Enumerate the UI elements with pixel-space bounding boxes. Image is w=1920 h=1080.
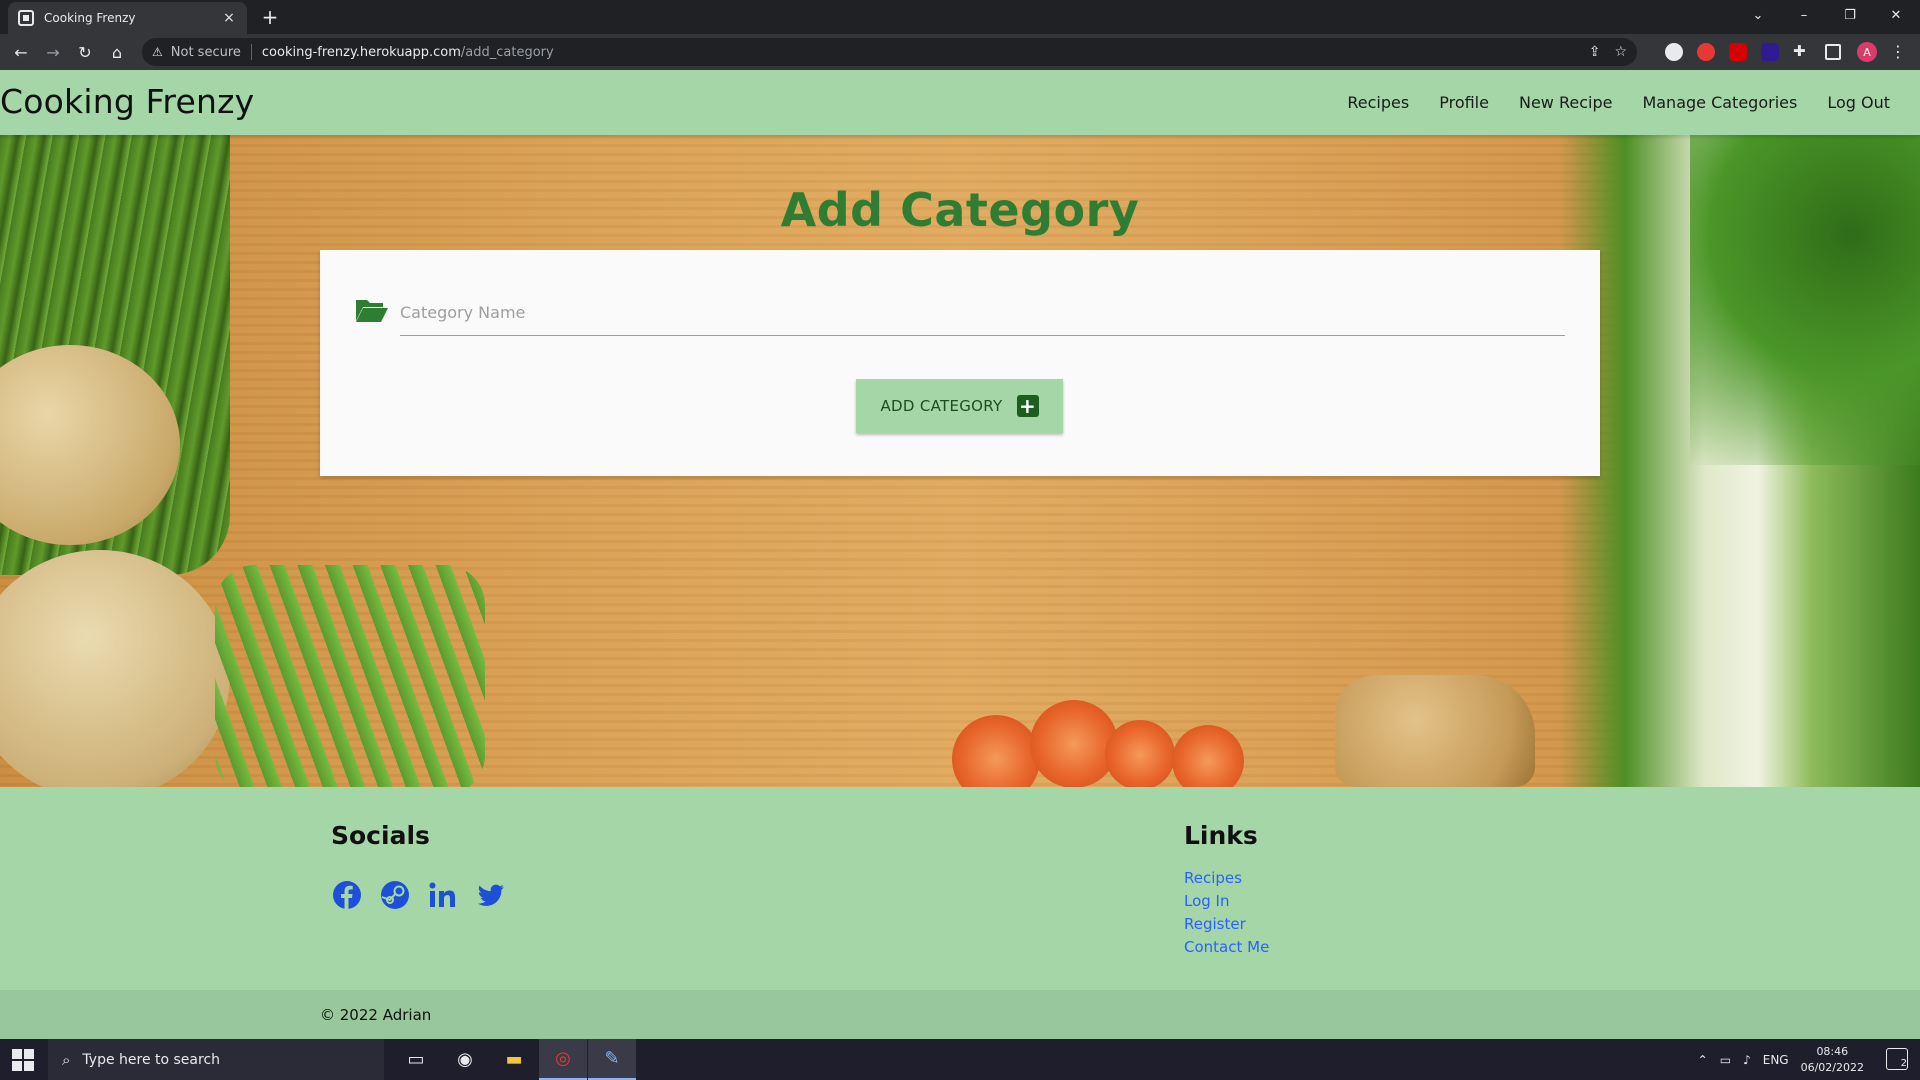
nav-new-recipe-link[interactable]: New Recipe — [1504, 93, 1627, 112]
file-explorer-icon[interactable]: ▬ — [490, 1039, 538, 1080]
category-name-field — [355, 290, 1565, 340]
copyright-bar: © 2022 Adrian — [0, 990, 1920, 1039]
extension-2-icon[interactable] — [1697, 43, 1715, 61]
new-tab-button[interactable]: + — [258, 5, 282, 29]
system-tray: ⌃ ▭ ♪ ENG 08:46 06/02/2022 — [1698, 1039, 1864, 1080]
nav-profile-link[interactable]: Profile — [1424, 93, 1504, 112]
linkedin-icon[interactable] — [427, 879, 459, 911]
volume-icon[interactable]: ♪ — [1743, 1053, 1751, 1067]
add-category-form: ADD CATEGORY + — [320, 250, 1600, 476]
tab-search-icon[interactable]: ⌄ — [1735, 0, 1781, 30]
extension-1-icon[interactable] — [1665, 43, 1683, 61]
extensions-puzzle-icon[interactable]: ✚ — [1793, 42, 1806, 60]
close-window-button[interactable]: ✕ — [1873, 0, 1919, 30]
browser-menu-icon[interactable]: ⋮ — [1890, 42, 1906, 61]
tab-close-icon[interactable]: × — [221, 10, 237, 26]
forward-icon[interactable]: → — [41, 40, 65, 64]
language-indicator[interactable]: ENG — [1763, 1053, 1789, 1067]
paint-app-icon[interactable]: ✎ — [588, 1039, 636, 1080]
footer-link-contact[interactable]: Contact Me — [1184, 936, 1269, 959]
task-view-icon[interactable]: ▭ — [392, 1039, 440, 1080]
back-icon[interactable]: ← — [9, 40, 33, 64]
page-title: Add Category — [780, 183, 1140, 237]
address-bar[interactable]: ⚠ Not secure cooking-frenzy.herokuapp.co… — [142, 38, 1637, 66]
search-icon: ⌕ — [62, 1050, 71, 1069]
bookmark-star-icon[interactable]: ☆ — [1614, 44, 1627, 60]
notifications-icon[interactable]: 2 — [1886, 1048, 1908, 1070]
nav-recipes-link[interactable]: Recipes — [1332, 93, 1424, 112]
browser-tab[interactable]: Cooking Frenzy × — [8, 2, 247, 34]
copyright-text: © 2022 Adrian — [320, 1006, 432, 1024]
links-heading: Links — [1184, 821, 1258, 850]
add-category-button[interactable]: ADD CATEGORY + — [856, 379, 1063, 433]
tab-title: Cooking Frenzy — [44, 11, 136, 25]
social-icons — [331, 879, 507, 911]
restore-button[interactable]: ❐ — [1827, 0, 1873, 30]
carrot-slice-image — [1030, 700, 1118, 788]
site-brand[interactable]: Cooking Frenzy — [0, 82, 254, 121]
notification-count: 2 — [1900, 1058, 1907, 1069]
browser-toolbar: ← → ↻ ⌂ ⚠ Not secure cooking-frenzy.hero… — [0, 34, 1920, 70]
site-navbar: Cooking Frenzy Recipes Profile New Recip… — [0, 70, 1920, 135]
extension-4-icon[interactable] — [1761, 43, 1779, 61]
chrome-app-icon[interactable]: ◎ — [539, 1039, 587, 1080]
twitter-icon[interactable] — [475, 879, 507, 911]
extension-3-icon[interactable] — [1729, 43, 1747, 61]
nav-links: Recipes Profile New Recipe Manage Catego… — [1332, 70, 1905, 135]
socials-heading: Socials — [331, 821, 430, 850]
taskbar-search[interactable]: ⌕ Type here to search — [48, 1039, 384, 1080]
share-icon[interactable]: ⇪ — [1589, 44, 1601, 60]
chopped-beans-image — [215, 565, 485, 795]
windows-start-icon[interactable] — [12, 1049, 34, 1071]
network-icon[interactable]: ▭ — [1720, 1053, 1731, 1067]
folder-open-icon — [356, 300, 388, 322]
carrot-slice-image — [1105, 720, 1175, 790]
steam-app-icon[interactable]: ◉ — [441, 1039, 489, 1080]
minimize-button[interactable]: – — [1781, 0, 1827, 30]
clock[interactable]: 08:46 06/02/2022 — [1801, 1044, 1864, 1076]
footer-link-login[interactable]: Log In — [1184, 890, 1269, 913]
site-favicon-icon — [18, 10, 34, 26]
category-name-input[interactable] — [400, 290, 1565, 336]
nav-manage-categories-link[interactable]: Manage Categories — [1627, 93, 1812, 112]
ginger-image — [1335, 675, 1535, 787]
browser-tabstrip: Cooking Frenzy × + ⌄ – ❐ ✕ — [0, 0, 1920, 34]
footer-link-recipes[interactable]: Recipes — [1184, 867, 1269, 890]
taskbar-search-placeholder: Type here to search — [82, 1051, 221, 1068]
side-panel-icon[interactable] — [1825, 44, 1841, 60]
footer-link-register[interactable]: Register — [1184, 913, 1269, 936]
home-icon[interactable]: ⌂ — [105, 40, 129, 64]
address-divider — [250, 44, 252, 60]
potato-image — [0, 550, 230, 800]
nav-logout-link[interactable]: Log Out — [1812, 93, 1905, 112]
plus-square-icon: + — [1016, 395, 1039, 417]
url-host: cooking-frenzy.herokuapp.com — [261, 44, 461, 60]
page-viewport: Cooking Frenzy Recipes Profile New Recip… — [0, 70, 1920, 1039]
os-taskbar: ⌕ Type here to search ▭ ◉ ▬ ◎ ✎ ⌃ ▭ ♪ EN… — [0, 1039, 1920, 1080]
clock-date: 06/02/2022 — [1800, 1060, 1864, 1074]
site-footer: Socials Links Recipes Log In Register Co… — [0, 787, 1920, 990]
reload-icon[interactable]: ↻ — [73, 40, 97, 64]
clock-time: 08:46 — [1816, 1044, 1849, 1058]
profile-avatar[interactable]: A — [1857, 42, 1877, 62]
steam-icon[interactable] — [379, 879, 411, 911]
add-category-label: ADD CATEGORY — [880, 397, 1003, 415]
url-path: /add_category — [460, 44, 554, 60]
footer-links: Recipes Log In Register Contact Me — [1184, 867, 1269, 959]
warning-icon: ⚠ — [152, 45, 163, 59]
show-hidden-icons-icon[interactable]: ⌃ — [1698, 1053, 1708, 1067]
security-label[interactable]: Not secure — [171, 45, 241, 60]
facebook-icon[interactable] — [331, 879, 363, 911]
